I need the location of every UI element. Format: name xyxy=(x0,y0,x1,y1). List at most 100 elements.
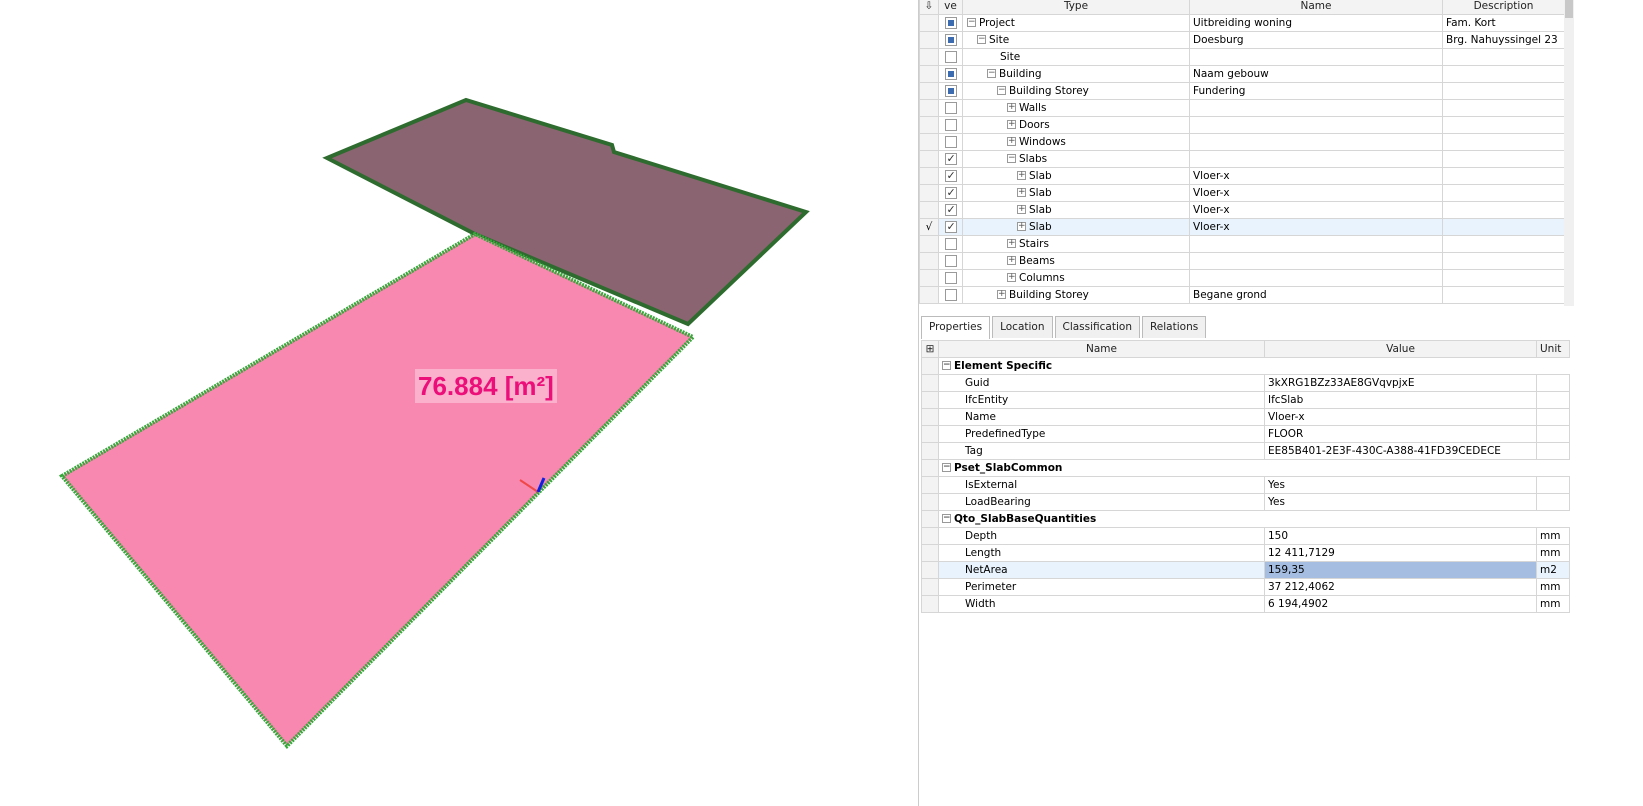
tree-row[interactable]: − Project Uitbreiding woning Fam. Kort xyxy=(919,14,1565,32)
visibility-checkbox[interactable] xyxy=(944,135,957,148)
collapse-icon[interactable]: − xyxy=(987,69,996,78)
property-row[interactable]: LoadBearing Yes xyxy=(921,493,1570,511)
header-description[interactable]: Description xyxy=(1442,0,1565,15)
tree-row[interactable]: + Doors xyxy=(919,116,1565,134)
expand-icon[interactable]: + xyxy=(1007,239,1016,248)
property-row[interactable]: Guid 3kXRG1BZz33AE8GVqvpjxE xyxy=(921,374,1570,392)
collapse-icon[interactable]: − xyxy=(1007,154,1016,163)
tree-row[interactable]: + Beams xyxy=(919,252,1565,270)
expand-icon[interactable]: + xyxy=(1007,273,1016,282)
header-value[interactable]: Value xyxy=(1264,340,1537,358)
expand-icon[interactable]: + xyxy=(1007,103,1016,112)
expand-icon[interactable]: + xyxy=(1017,171,1026,180)
collapse-icon[interactable]: − xyxy=(942,514,951,523)
header-unit[interactable]: Unit xyxy=(1536,340,1570,358)
tree-row[interactable]: − Building Storey Fundering xyxy=(919,82,1565,100)
tree-row[interactable]: −Slabs xyxy=(919,150,1565,168)
tree-row[interactable]: +Slab Vloer-x xyxy=(919,184,1565,202)
tree-scrollbar[interactable] xyxy=(1564,0,1574,306)
tree-row[interactable]: − Site Doesburg Brg. Nahuyssingel 23 xyxy=(919,31,1565,49)
visibility-checkbox[interactable] xyxy=(944,67,957,80)
visibility-checkbox[interactable] xyxy=(944,84,957,97)
property-row[interactable]: Width 6 194,4902 mm xyxy=(921,595,1570,613)
column-chooser-icon[interactable]: ⊞ xyxy=(921,340,939,358)
visibility-checkbox[interactable] xyxy=(944,169,957,183)
model-tree[interactable]: ⇩ ve Type Name Description − Project Uitbreid… xyxy=(919,0,1565,304)
tree-row[interactable]: √ +Slab Vloer-x xyxy=(919,218,1565,236)
property-value[interactable]: IfcSlab xyxy=(1264,391,1537,409)
visibility-checkbox[interactable] xyxy=(944,271,957,284)
visibility-checkbox[interactable] xyxy=(944,118,957,131)
tree-row[interactable]: + Walls xyxy=(919,99,1565,117)
visibility-checkbox[interactable] xyxy=(944,186,957,200)
header-ve[interactable]: ve xyxy=(938,0,963,15)
visibility-checkbox[interactable] xyxy=(944,203,957,217)
property-group[interactable]: − Pset_SlabCommon xyxy=(921,459,1570,477)
property-value[interactable]: 159,35 xyxy=(1264,561,1537,579)
tree-row[interactable]: +Slab Vloer-x xyxy=(919,201,1565,219)
property-value[interactable]: 150 xyxy=(1264,527,1537,545)
header-name[interactable]: Name xyxy=(1189,0,1443,15)
tree-row[interactable]: + Columns xyxy=(919,269,1565,287)
visibility-checkbox[interactable] xyxy=(944,101,957,114)
properties-grid[interactable]: ⊞ Name Value Unit − Element Specific Guid 3kXR… xyxy=(921,340,1570,613)
tab-location[interactable]: Location xyxy=(992,316,1053,338)
visibility-checkbox[interactable] xyxy=(944,254,957,267)
collapse-icon[interactable]: − xyxy=(997,86,1006,95)
property-value[interactable]: Vloer-x xyxy=(1264,408,1537,426)
visibility-checkbox[interactable] xyxy=(944,16,957,29)
property-value[interactable]: Yes xyxy=(1264,476,1537,494)
property-row[interactable]: IsExternal Yes xyxy=(921,476,1570,494)
expand-icon[interactable]: + xyxy=(1007,120,1016,129)
property-value[interactable]: 37 212,4062 xyxy=(1264,578,1537,596)
property-row[interactable]: Tag EE85B401-2E3F-430C-A388-41FD39CEDECE xyxy=(921,442,1570,460)
property-group[interactable]: − Element Specific xyxy=(921,357,1570,375)
tree-row[interactable]: +Slab Vloer-x xyxy=(919,167,1565,185)
property-value[interactable]: 3kXRG1BZz33AE8GVqvpjxE xyxy=(1264,374,1537,392)
property-row[interactable]: Depth 150 mm xyxy=(921,527,1570,545)
visibility-checkbox[interactable] xyxy=(944,237,957,250)
tree-row[interactable]: + Building Storey Begane grond xyxy=(919,286,1565,304)
selected-slab[interactable] xyxy=(58,231,697,749)
column-chooser-icon[interactable]: ⇩ xyxy=(919,0,939,15)
tree-row[interactable]: − Building Naam gebouw xyxy=(919,65,1565,83)
property-row[interactable]: Length 12 411,7129 mm xyxy=(921,544,1570,562)
tree-row[interactable]: + Stairs xyxy=(919,235,1565,253)
collapse-icon[interactable]: − xyxy=(942,463,951,472)
expand-icon[interactable]: + xyxy=(1017,222,1026,231)
tree-name xyxy=(1189,269,1443,287)
header-type[interactable]: Type xyxy=(962,0,1190,15)
visibility-checkbox[interactable] xyxy=(944,50,957,63)
model-canvas[interactable] xyxy=(0,0,918,806)
visibility-checkbox[interactable] xyxy=(944,152,957,166)
property-row[interactable]: IfcEntity IfcSlab xyxy=(921,391,1570,409)
property-row[interactable]: Name Vloer-x xyxy=(921,408,1570,426)
expand-icon[interactable]: + xyxy=(1017,188,1026,197)
property-value[interactable]: 12 411,7129 xyxy=(1264,544,1537,562)
tab-relations[interactable]: Relations xyxy=(1141,316,1207,338)
visibility-checkbox[interactable] xyxy=(944,220,957,234)
property-value[interactable]: 6 194,4902 xyxy=(1264,595,1537,613)
property-value[interactable]: Yes xyxy=(1264,493,1537,511)
collapse-icon[interactable]: − xyxy=(977,35,986,44)
header-name[interactable]: Name xyxy=(938,340,1265,358)
tree-row[interactable]: Site xyxy=(919,48,1565,66)
expand-icon[interactable]: + xyxy=(1007,256,1016,265)
expand-icon[interactable]: + xyxy=(997,290,1006,299)
property-row[interactable]: Perimeter 37 212,4062 mm xyxy=(921,578,1570,596)
property-value[interactable]: EE85B401-2E3F-430C-A388-41FD39CEDECE xyxy=(1264,442,1537,460)
expand-icon[interactable]: + xyxy=(1007,137,1016,146)
3d-viewport[interactable]: 76.884 [m²] xyxy=(0,0,918,806)
tab-properties[interactable]: Properties xyxy=(921,316,991,339)
visibility-checkbox[interactable] xyxy=(944,288,957,301)
collapse-icon[interactable]: − xyxy=(942,361,951,370)
collapse-icon[interactable]: − xyxy=(967,18,976,27)
expand-icon[interactable]: + xyxy=(1017,205,1026,214)
property-row[interactable]: PredefinedType FLOOR xyxy=(921,425,1570,443)
property-value[interactable]: FLOOR xyxy=(1264,425,1537,443)
visibility-checkbox[interactable] xyxy=(944,33,957,46)
tree-row[interactable]: + Windows xyxy=(919,133,1565,151)
tab-classification[interactable]: Classification xyxy=(1054,316,1140,338)
property-row[interactable]: NetArea 159,35 m2 xyxy=(921,561,1570,579)
property-group[interactable]: − Qto_SlabBaseQuantities xyxy=(921,510,1570,528)
